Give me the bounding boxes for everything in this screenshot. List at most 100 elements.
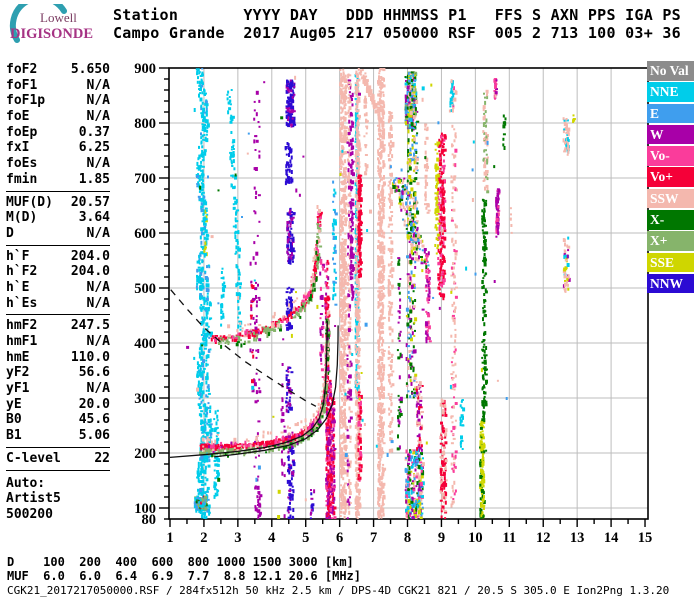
- header-block: Station YYYY DAY DDD HHMMSS P1 FFS S AXN…: [113, 6, 681, 42]
- param-label: M(D): [6, 210, 37, 226]
- param-row-fxi: fxI 6.25: [6, 140, 110, 156]
- param-label: h`F: [6, 249, 29, 265]
- param-divider: [6, 470, 110, 471]
- param-row-hes: h`EsN/A: [6, 296, 110, 312]
- param-divider: [6, 314, 110, 315]
- param-row-yf1: yF1N/A: [6, 381, 110, 397]
- y-tick-600: 600: [134, 226, 156, 242]
- param-value: 56.6: [79, 365, 110, 381]
- param-label: hmE: [6, 350, 29, 366]
- x-tick-15: 15: [638, 530, 653, 546]
- param-label: B1: [6, 428, 22, 444]
- param-value: N/A: [87, 109, 110, 125]
- legend-item-x+: X+: [647, 231, 694, 251]
- param-label: MUF(D): [6, 195, 53, 211]
- y-tick-800: 800: [134, 116, 156, 132]
- legend-item-noval: No Val: [647, 61, 694, 81]
- param-label: foF1p: [6, 93, 45, 109]
- x-tick-10: 10: [468, 530, 483, 546]
- param-value: 204.0: [71, 249, 110, 265]
- param-row-d: DN/A: [6, 226, 110, 242]
- param-label: hmF1: [6, 334, 37, 350]
- header-line-2: Campo Grande 2017 Aug05 217 050000 RSF 0…: [113, 24, 681, 42]
- param-divider: [6, 191, 110, 192]
- param-row-b1: B1 5.06: [6, 428, 110, 444]
- legend-item-w: W: [647, 125, 694, 145]
- param-label: foEs: [6, 156, 37, 172]
- param-label: B0: [6, 412, 22, 428]
- x-tick-1: 1: [166, 530, 173, 546]
- param-label: foE: [6, 109, 29, 125]
- axis-tick-labels: 9008007006005004003002001008012345678910…: [134, 61, 652, 546]
- param-row-clevel: C-level 22: [6, 451, 110, 467]
- param-label: foF2: [6, 62, 37, 78]
- digisonde-logo: Lowell DIGISONDE: [6, 4, 110, 50]
- param-label: h`E: [6, 280, 29, 296]
- axis-ticks: [159, 68, 645, 527]
- x-tick-13: 13: [570, 530, 585, 546]
- param-row-he: h`EN/A: [6, 280, 110, 296]
- distance-row: D 100 200 400 600 800 1000 1500 3000 [km…: [7, 555, 354, 569]
- x-tick-6: 6: [336, 530, 343, 546]
- auto-line: Artist5: [6, 491, 110, 507]
- param-label: C-level: [6, 451, 61, 467]
- logo-digisonde: DIGISONDE: [10, 26, 93, 42]
- legend-item-ssw: SSW: [647, 189, 694, 209]
- param-label: yF2: [6, 365, 29, 381]
- auto-line: Auto:: [6, 476, 110, 492]
- param-divider: [6, 245, 110, 246]
- param-row-foe: foE N/A: [6, 109, 110, 125]
- param-value: 45.6: [79, 412, 110, 428]
- param-value: 6.25: [79, 140, 110, 156]
- param-row-b0: B0 45.6: [6, 412, 110, 428]
- param-value: 22: [94, 451, 110, 467]
- param-value: 3.64: [79, 210, 110, 226]
- y-tick-500: 500: [134, 281, 156, 297]
- x-tick-12: 12: [536, 530, 551, 546]
- param-value: 5.650: [71, 62, 110, 78]
- y-tick-200: 200: [134, 446, 156, 462]
- param-row-foes: foEsN/A: [6, 156, 110, 172]
- param-label: foF1: [6, 78, 37, 94]
- param-label: h`F2: [6, 264, 37, 280]
- param-row-fof1: foF1 N/A: [6, 78, 110, 94]
- param-row-fof1p: foF1p N/A: [6, 93, 110, 109]
- x-tick-5: 5: [302, 530, 309, 546]
- param-row-yf2: yF2 56.6: [6, 365, 110, 381]
- y-tick-300: 300: [134, 391, 156, 407]
- ionogram-svg: 9008007006005004003002001008012345678910…: [130, 55, 700, 550]
- param-value: 110.0: [71, 350, 110, 366]
- param-value: 20.0: [79, 397, 110, 413]
- param-row-hf: h`F 204.0: [6, 249, 110, 265]
- param-value: 204.0: [71, 264, 110, 280]
- param-row-fmin: fmin1.85: [6, 172, 110, 188]
- param-value: N/A: [87, 78, 110, 94]
- ionogram-plot: 9008007006005004003002001008012345678910…: [130, 55, 700, 554]
- y-tick-400: 400: [134, 336, 156, 352]
- param-value: 20.57: [71, 195, 110, 211]
- header-line-1: Station YYYY DAY DDD HHMMSS P1 FFS S AXN…: [113, 6, 681, 24]
- param-label: fmin: [6, 172, 37, 188]
- legend-item-vo-: Vo-: [647, 146, 694, 166]
- param-value: 0.37: [79, 125, 110, 141]
- param-label: h`Es: [6, 296, 37, 312]
- param-value: N/A: [87, 93, 110, 109]
- logo-lowell: Lowell: [40, 10, 77, 25]
- param-panel: foF25.650foF1N/AfoF1pN/AfoEN/AfoEp0.37fx…: [6, 62, 110, 523]
- param-row-md: M(D) 3.64: [6, 210, 110, 226]
- x-tick-3: 3: [234, 530, 241, 546]
- legend-item-nne: NNE: [647, 82, 694, 102]
- y-tick-80: 80: [142, 512, 157, 528]
- param-label: fxI: [6, 140, 29, 156]
- legend-item-nnw: NNW: [647, 274, 694, 294]
- x-tick-14: 14: [604, 530, 619, 546]
- echo-type-legend: No ValNNEEWVo-Vo+SSWX-X+SSENNW: [647, 61, 696, 295]
- x-tick-8: 8: [404, 530, 411, 546]
- legend-item-sse: SSE: [647, 253, 694, 273]
- param-value: 5.06: [79, 428, 110, 444]
- param-divider: [6, 447, 110, 448]
- param-row-hf2: h`F2 204.0: [6, 264, 110, 280]
- param-value: N/A: [87, 226, 110, 242]
- autoscaling-block: Auto:Artist5500200: [6, 476, 110, 523]
- param-label: hmF2: [6, 318, 37, 334]
